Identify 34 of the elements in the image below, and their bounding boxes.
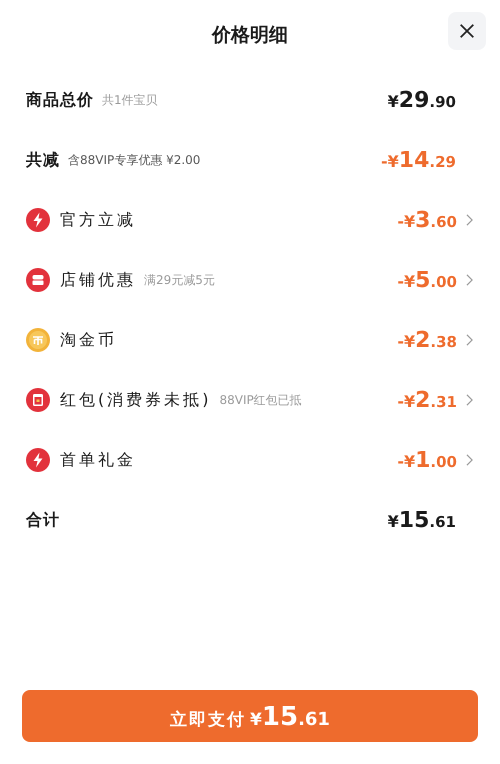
lightning-icon xyxy=(26,208,50,232)
chevron-right-icon[interactable] xyxy=(465,394,474,406)
chevron-right-icon[interactable] xyxy=(465,214,474,226)
amount-text: -¥5.00 xyxy=(397,268,457,292)
row-note: 88VIP红包已抵 xyxy=(219,392,302,408)
close-button[interactable] xyxy=(448,12,486,50)
row-note: 共1件宝贝 xyxy=(102,92,158,108)
envelope-icon xyxy=(26,388,50,412)
store-icon xyxy=(26,268,50,292)
amount-text: ¥29.90 xyxy=(388,88,456,112)
row-note: 满29元减5元 xyxy=(144,272,215,288)
amount-text: ¥15.61 xyxy=(388,508,456,532)
row-note: 含88VIP专享优惠 ¥2.00 xyxy=(68,152,200,168)
sheet-title: 价格明细 xyxy=(212,23,288,48)
row-label: 共减 xyxy=(26,150,60,170)
amount-text: -¥2.38 xyxy=(397,328,457,352)
pay-button[interactable]: 立即支付 ¥15.61 xyxy=(22,690,478,742)
chevron-right-icon[interactable] xyxy=(465,334,474,346)
amount-text: -¥1.00 xyxy=(397,448,457,472)
row-label: 淘金币 xyxy=(60,330,117,350)
row-label: 店铺优惠 xyxy=(60,270,136,290)
row-label: 首单礼金 xyxy=(60,450,136,470)
chevron-right-icon[interactable] xyxy=(465,454,474,466)
amount-text: -¥14.29 xyxy=(381,148,456,172)
row-label: 红包(消费券未抵) xyxy=(60,390,212,410)
close-icon xyxy=(458,22,476,40)
coin-icon xyxy=(26,328,50,352)
row-label: 合计 xyxy=(26,510,60,530)
row-label: 官方立减 xyxy=(60,210,136,230)
row-label: 商品总价 xyxy=(26,90,94,110)
lightning-icon xyxy=(26,448,50,472)
chevron-right-icon[interactable] xyxy=(465,274,474,286)
amount-text: -¥3.60 xyxy=(397,208,457,232)
amount-text: -¥2.31 xyxy=(397,388,457,412)
